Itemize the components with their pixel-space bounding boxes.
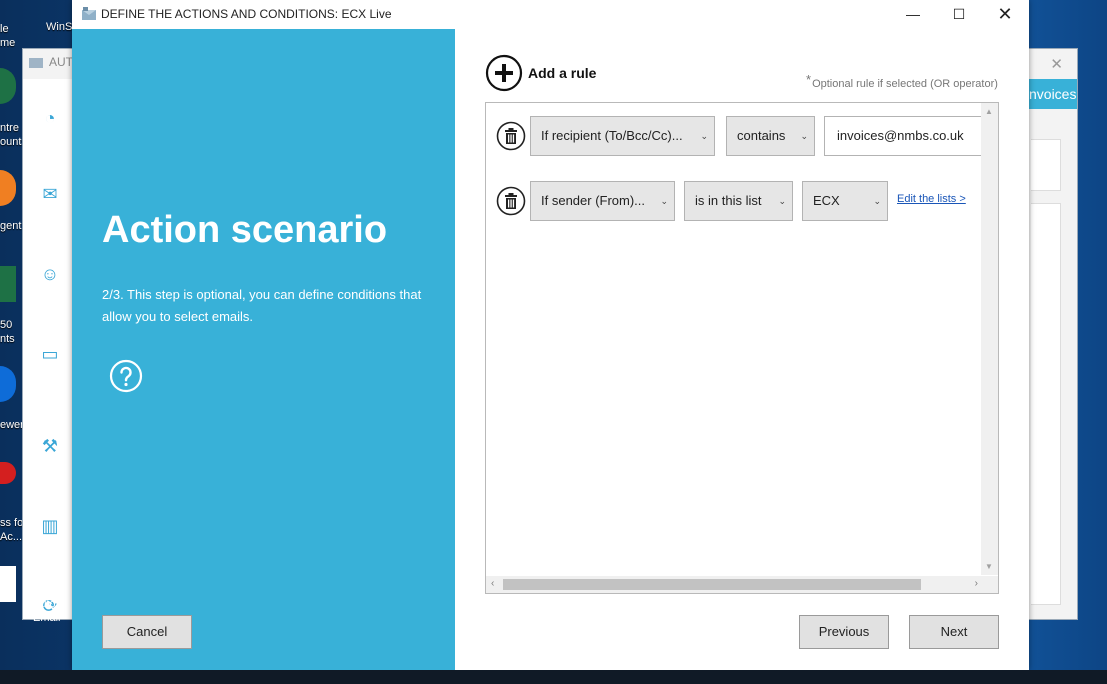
step-description: 2/3. This step is optional, you can defi… <box>102 287 422 324</box>
close-button[interactable]: ✕ <box>982 0 1028 29</box>
chevron-down-icon: ⌄ <box>778 196 786 206</box>
scroll-up-icon[interactable]: ▲ <box>985 107 993 116</box>
background-sidebar: ◔ ✉ ☺ ▭ ⚒ ▥ ⟳ <box>23 79 73 619</box>
dashboard-icon[interactable]: ◔ <box>39 107 61 129</box>
asterisk: * <box>806 72 812 87</box>
add-rule-button[interactable]: Add a rule <box>485 54 596 92</box>
document-icon[interactable] <box>0 566 16 602</box>
monitor-icon[interactable]: ▭ <box>39 343 61 365</box>
app-logo-icon <box>29 57 43 68</box>
previous-button[interactable]: Previous <box>799 615 889 649</box>
minimize-button[interactable]: — <box>890 0 936 29</box>
excel-icon[interactable] <box>0 266 16 302</box>
mail-icon[interactable]: ✉ <box>39 183 61 205</box>
background-sidebar-label: Autom Email <box>33 598 65 624</box>
edit-lists-link[interactable]: Edit the lists > <box>897 193 966 205</box>
settings-sliders-icon[interactable]: ▥ <box>39 515 61 537</box>
rule-operator-select[interactable]: is in this list ⌄ <box>684 181 793 221</box>
rule-row: If recipient (To/Bcc/Cc)... ⌄ contains ⌄ i… <box>496 116 984 156</box>
title-bar[interactable]: DEFINE THE ACTIONS AND CONDITIONS: ECX L… <box>72 0 1029 29</box>
spreadsheet-icon[interactable] <box>0 68 16 104</box>
scrollbar-corner <box>981 576 998 593</box>
rule-field-select[interactable]: If recipient (To/Bcc/Cc)... ⌄ <box>530 116 715 156</box>
optional-rule-note: *Optional rule if selected (OR operator) <box>806 72 998 90</box>
background-close-icon[interactable]: ✕ <box>1050 55 1063 73</box>
window-title: DEFINE THE ACTIONS AND CONDITIONS: ECX L… <box>101 7 392 21</box>
background-panel <box>1031 203 1061 605</box>
rules-dialog: DEFINE THE ACTIONS AND CONDITIONS: ECX L… <box>72 0 1029 670</box>
add-rule-label: Add a rule <box>528 65 597 81</box>
question-circle-icon[interactable] <box>109 359 143 393</box>
step-heading: Action scenario <box>102 209 388 251</box>
rules-list: If recipient (To/Bcc/Cc)... ⌄ contains ⌄ i… <box>485 102 999 594</box>
plus-circle-icon <box>485 54 523 92</box>
teamviewer-icon[interactable] <box>0 366 16 402</box>
app-logo-icon <box>82 7 96 20</box>
app-orb-icon[interactable] <box>0 170 16 206</box>
scroll-left-icon[interactable]: ‹ <box>491 578 494 589</box>
rule-list-select[interactable]: ECX ⌄ <box>802 181 888 221</box>
cancel-button[interactable]: Cancel <box>102 615 192 649</box>
tools-icon[interactable]: ⚒ <box>39 435 61 457</box>
vertical-scrollbar[interactable]: ▲ ▼ <box>981 103 998 575</box>
chevron-down-icon: ⌄ <box>873 196 881 206</box>
rule-value-input[interactable]: invoices@nmbs.co.uk <box>824 116 984 156</box>
chevron-down-icon: ⌄ <box>700 131 708 141</box>
desktop-icon-label[interactable]: WinS <box>46 20 72 34</box>
chevron-down-icon: ⌄ <box>660 196 668 206</box>
desktop-icon-label[interactable]: le me <box>0 22 26 50</box>
scroll-right-icon[interactable]: › <box>975 578 978 589</box>
maximize-button[interactable]: ☐ <box>936 0 982 29</box>
step-panel: Action scenario 2/3. This step is option… <box>72 29 455 670</box>
next-button[interactable]: Next <box>909 615 999 649</box>
trash-icon[interactable] <box>496 121 526 151</box>
pin-icon[interactable] <box>0 462 16 484</box>
background-app-title: AUT <box>29 55 73 69</box>
rule-operator-select[interactable]: contains ⌄ <box>726 116 815 156</box>
users-icon[interactable]: ☺ <box>39 263 61 285</box>
scrollbar-thumb[interactable] <box>503 579 921 590</box>
rule-row: If sender (From)... ⌄ is in this list ⌄ EC… <box>496 181 976 221</box>
rule-field-select[interactable]: If sender (From)... ⌄ <box>530 181 675 221</box>
scroll-down-icon[interactable]: ▼ <box>985 562 993 571</box>
taskbar <box>0 670 1107 684</box>
chevron-down-icon: ⌄ <box>800 131 808 141</box>
horizontal-scrollbar[interactable]: ‹ › <box>486 576 983 593</box>
background-panel <box>1031 139 1061 191</box>
background-header: nvoices <box>1029 79 1077 109</box>
trash-icon[interactable] <box>496 186 526 216</box>
